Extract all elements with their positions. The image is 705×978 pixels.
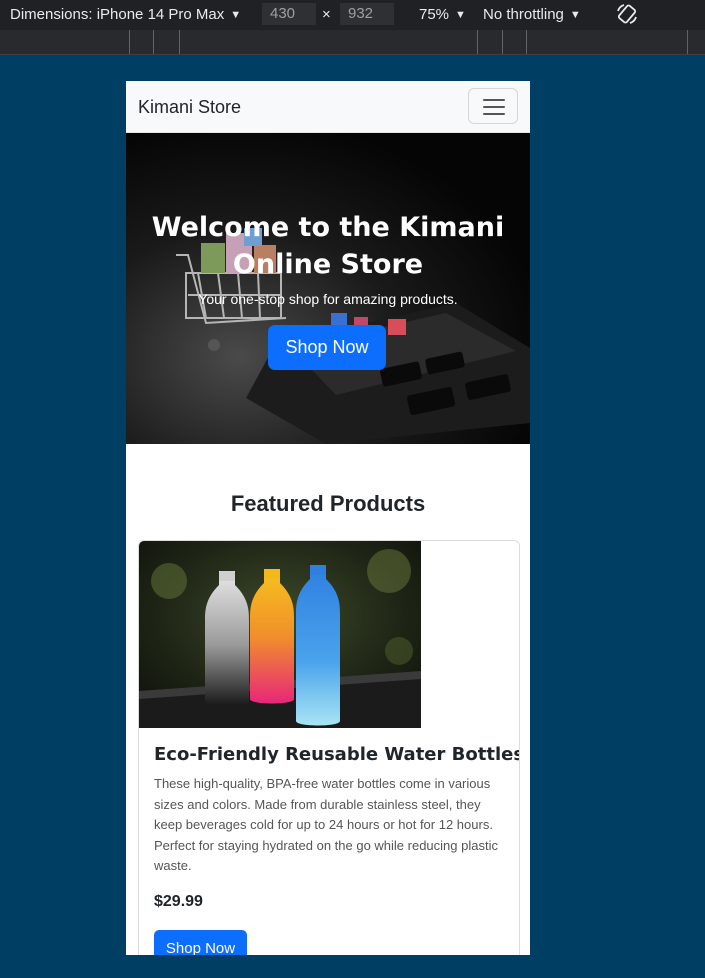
height-input[interactable]: 932 — [340, 3, 394, 25]
hamburger-icon — [483, 106, 505, 108]
caret-down-icon: ▼ — [455, 9, 466, 21]
navbar: Kimani Store — [126, 81, 530, 133]
product-title: Eco-Friendly Reusable Water Bottles — [154, 744, 520, 765]
ruler-tick — [477, 30, 478, 54]
rotate-icon[interactable] — [615, 2, 639, 26]
width-input[interactable]: 430 — [262, 3, 316, 25]
ruler-tick — [687, 30, 688, 54]
ruler-tick — [179, 30, 180, 54]
device-viewport: Kimani Store Welcome to the Kimani Onlin… — [126, 81, 530, 955]
ruler-tick — [129, 30, 130, 54]
zoom-select[interactable]: 75% ▼ — [419, 6, 466, 23]
ruler-tick — [153, 30, 154, 54]
navbar-toggler-button[interactable] — [468, 88, 518, 124]
dimension-separator: × — [322, 6, 331, 23]
throttling-select[interactable]: No throttling ▼ — [483, 6, 581, 23]
product-card: Eco-Friendly Reusable Water Bottles Thes… — [138, 540, 520, 955]
shopping-cart-image — [176, 228, 530, 444]
product-image-water-bottles — [139, 541, 421, 728]
hamburger-icon — [483, 113, 505, 115]
device-select[interactable]: Dimensions: iPhone 14 Pro Max ▼ — [10, 6, 241, 23]
hero-section: Welcome to the Kimani Online Store Your … — [126, 133, 530, 444]
hero-title: Welcome to the Kimani Online Store — [151, 212, 505, 280]
product-price: $29.99 — [154, 893, 203, 910]
media-query-ruler — [0, 30, 705, 55]
hero-subtitle: Your one-stop shop for amazing products. — [198, 291, 458, 307]
throttling-label: No throttling — [483, 6, 564, 23]
zoom-label: 75% — [419, 6, 450, 23]
caret-down-icon: ▼ — [230, 9, 242, 21]
featured-products-heading: Featured Products — [230, 491, 426, 516]
hamburger-icon — [483, 99, 505, 101]
caret-down-icon: ▼ — [569, 9, 581, 21]
product-shop-now-button[interactable]: Shop Now — [154, 930, 247, 955]
hero-shop-now-button[interactable]: Shop Now — [268, 325, 386, 370]
ruler-tick — [502, 30, 503, 54]
devtools-device-toolbar: Dimensions: iPhone 14 Pro Max ▼ 430 × 932… — [0, 0, 705, 30]
navbar-brand[interactable]: Kimani Store — [138, 97, 241, 118]
product-description: These high-quality, BPA-free water bottl… — [154, 776, 498, 873]
device-label: Dimensions: iPhone 14 Pro Max — [10, 6, 225, 23]
ruler-tick — [526, 30, 527, 54]
